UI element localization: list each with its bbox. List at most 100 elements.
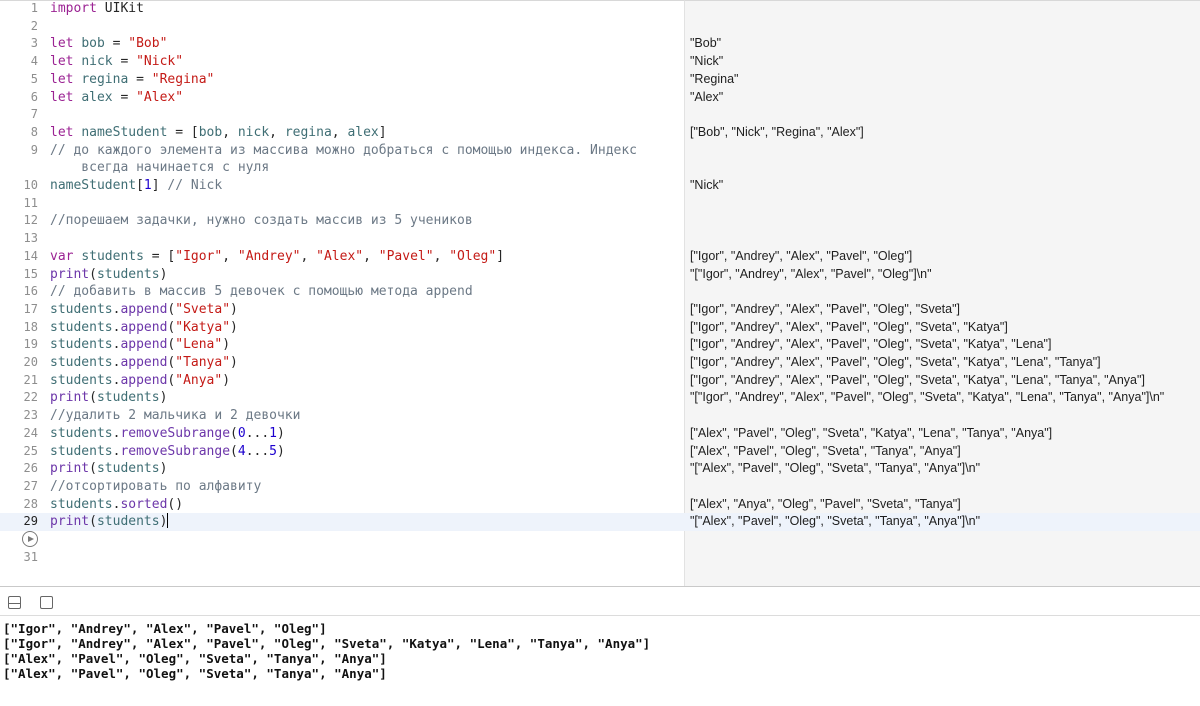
result-value[interactable]: "["Alex", "Pavel", "Oleg", "Sveta", "Tan…: [690, 513, 980, 531]
identifier: nameStudent: [50, 178, 137, 193]
code-line[interactable]: 11: [0, 195, 684, 213]
toggle-console-icon[interactable]: [40, 596, 53, 609]
result-value[interactable]: ["Igor", "Andrey", "Alex", "Pavel", "Ole…: [690, 372, 1145, 390]
code-text[interactable]: var students = ["Igor", "Andrey", "Alex"…: [50, 248, 676, 266]
line-number: 12: [23, 213, 38, 228]
result-value[interactable]: ["Igor", "Andrey", "Alex", "Pavel", "Ole…: [690, 319, 1008, 337]
line-number: 21: [23, 372, 38, 387]
code-token: ]: [378, 124, 387, 140]
code-line[interactable]: 28 students.sorted(): [0, 496, 684, 514]
code-text[interactable]: let nameStudent = [bob, nick, regina, al…: [50, 124, 676, 142]
result-value[interactable]: ["Alex", "Anya", "Oleg", "Pavel", "Sveta…: [690, 496, 961, 514]
line-number: 14: [23, 248, 38, 263]
code-text[interactable]: students.append("Anya"): [50, 372, 676, 390]
string-literal: "Anya": [175, 372, 223, 388]
code-line[interactable]: 19 students.append("Lena"): [0, 336, 684, 354]
code-line[interactable]: 6 let alex = "Alex": [0, 89, 684, 107]
code-text[interactable]: print(students): [50, 389, 676, 407]
string-literal: "Nick": [136, 54, 184, 70]
line-number: 19: [23, 337, 38, 352]
console-line: ["Alex", "Pavel", "Oleg", "Sveta", "Tany…: [3, 666, 387, 681]
code-line[interactable]: 3 let bob = "Bob": [0, 35, 684, 53]
code-text[interactable]: students.removeSubrange(4...5): [50, 443, 676, 461]
hide-debug-area-icon[interactable]: [8, 596, 21, 609]
code-text[interactable]: let bob = "Bob": [50, 35, 676, 53]
code-text[interactable]: students.append("Sveta"): [50, 301, 676, 319]
result-value[interactable]: "Regina": [690, 71, 739, 89]
code-line[interactable]: 10 nameStudent[1] // Nick: [0, 177, 684, 195]
code-line[interactable]: 5 let regina = "Regina": [0, 71, 684, 89]
play-icon[interactable]: [22, 531, 38, 547]
code-line[interactable]: 20 students.append("Tanya"): [0, 354, 684, 372]
code-line[interactable]: 24 students.removeSubrange(0...1): [0, 425, 684, 443]
code-line[interactable]: 31: [0, 549, 684, 567]
code-text[interactable]: students.append("Tanya"): [50, 354, 676, 372]
code-line[interactable]: 9 // до каждого элемента из массива можно…: [0, 142, 684, 177]
line-number: 23: [23, 408, 38, 423]
result-value[interactable]: "Nick": [690, 53, 723, 71]
code-token: (: [89, 390, 97, 406]
result-value[interactable]: "["Alex", "Pavel", "Oleg", "Sveta", "Tan…: [690, 460, 980, 478]
code-line[interactable]: 7: [0, 106, 684, 124]
result-value[interactable]: ["Igor", "Andrey", "Alex", "Pavel", "Ole…: [690, 248, 912, 266]
code-text[interactable]: let nick = "Nick": [50, 53, 676, 71]
code-text[interactable]: students.sorted(): [50, 496, 676, 514]
result-value[interactable]: ["Alex", "Pavel", "Oleg", "Sveta", "Tany…: [690, 443, 961, 461]
code-line[interactable]: 2: [0, 18, 684, 36]
code-line-active[interactable]: 29 print(students): [0, 513, 1200, 531]
code-token: (: [230, 443, 238, 459]
string-literal: "Regina": [151, 71, 215, 87]
result-value[interactable]: "["Igor", "Andrey", "Alex", "Pavel", "Ol…: [690, 389, 1164, 407]
code-text[interactable]: let regina = "Regina": [50, 71, 676, 89]
console-output[interactable]: ["Igor", "Andrey", "Alex", "Pavel", "Ole…: [0, 617, 1200, 706]
code-text[interactable]: students.append("Lena"): [50, 336, 676, 354]
code-line[interactable]: 23 //удалить 2 мальчика и 2 девочки: [0, 407, 684, 425]
code-token: ): [222, 372, 231, 388]
console-line: ["Igor", "Andrey", "Alex", "Pavel", "Ole…: [3, 636, 651, 651]
code-line[interactable]: 14 var students = ["Igor", "Andrey", "Ale…: [0, 248, 684, 266]
code-text[interactable]: let alex = "Alex": [50, 89, 676, 107]
keyword: let: [50, 36, 74, 52]
result-value[interactable]: "Alex": [690, 89, 723, 107]
code-line[interactable]: 27 //отсортировать по алфавиту: [0, 478, 684, 496]
code-line[interactable]: 8 let nameStudent = [bob, nick, regina, a…: [0, 124, 684, 142]
code-line[interactable]: 25 students.removeSubrange(4...5): [0, 443, 684, 461]
code-line[interactable]: 1 import UIKit: [0, 0, 684, 18]
string-literal: "Alex": [136, 89, 184, 105]
line-number: 10: [23, 178, 38, 192]
code-line[interactable]: 15 print(students): [0, 266, 684, 284]
result-value[interactable]: ["Alex", "Pavel", "Oleg", "Sveta", "Katy…: [690, 425, 1052, 443]
code-line[interactable]: 26 print(students): [0, 460, 684, 478]
code-text[interactable]: import UIKit: [50, 0, 676, 18]
line-number: 17: [23, 301, 38, 316]
result-value[interactable]: "Nick": [690, 177, 723, 195]
function-name: removeSubrange: [120, 443, 231, 459]
result-value[interactable]: ["Igor", "Andrey", "Alex", "Pavel", "Ole…: [690, 336, 1051, 354]
line-number: 27: [23, 478, 38, 493]
result-value[interactable]: ["Bob", "Nick", "Regina", "Alex"]: [690, 124, 864, 142]
code-token: (: [89, 266, 97, 282]
code-text[interactable]: students.removeSubrange(0...1): [50, 425, 676, 443]
code-token: ): [230, 355, 238, 370]
code-line[interactable]: 4 let nick = "Nick": [0, 53, 684, 71]
code-line[interactable]: 16 // добавить в массив 5 девочек с помощ…: [0, 283, 684, 301]
code-line[interactable]: 12 //порешаем задачки, нужно создать масс…: [0, 212, 684, 230]
result-value[interactable]: ["Igor", "Andrey", "Alex", "Pavel", "Ole…: [690, 354, 1101, 372]
code-text[interactable]: print(students): [50, 513, 1192, 531]
code-token: ,: [331, 124, 348, 140]
code-line[interactable]: 17 students.append("Sveta"): [0, 301, 684, 319]
code-text[interactable]: students.append("Katya"): [50, 319, 676, 337]
number-literal: 1: [143, 178, 152, 193]
string-literal: "Alex": [316, 248, 364, 264]
result-value[interactable]: ["Igor", "Andrey", "Alex", "Pavel", "Ole…: [690, 301, 960, 319]
code-text[interactable]: print(students): [50, 460, 676, 478]
code-line[interactable]: 21 students.append("Anya"): [0, 372, 684, 390]
code-text[interactable]: print(students): [50, 266, 676, 284]
code-token: = [: [167, 124, 199, 140]
code-text[interactable]: nameStudent[1] // Nick: [50, 177, 676, 195]
code-line[interactable]: 22 print(students): [0, 389, 684, 407]
result-value[interactable]: "["Igor", "Andrey", "Alex", "Pavel", "Ol…: [690, 266, 932, 284]
result-value[interactable]: "Bob": [690, 35, 721, 53]
code-line[interactable]: 18 students.append("Katya"): [0, 319, 684, 337]
code-line[interactable]: 13: [0, 230, 684, 248]
